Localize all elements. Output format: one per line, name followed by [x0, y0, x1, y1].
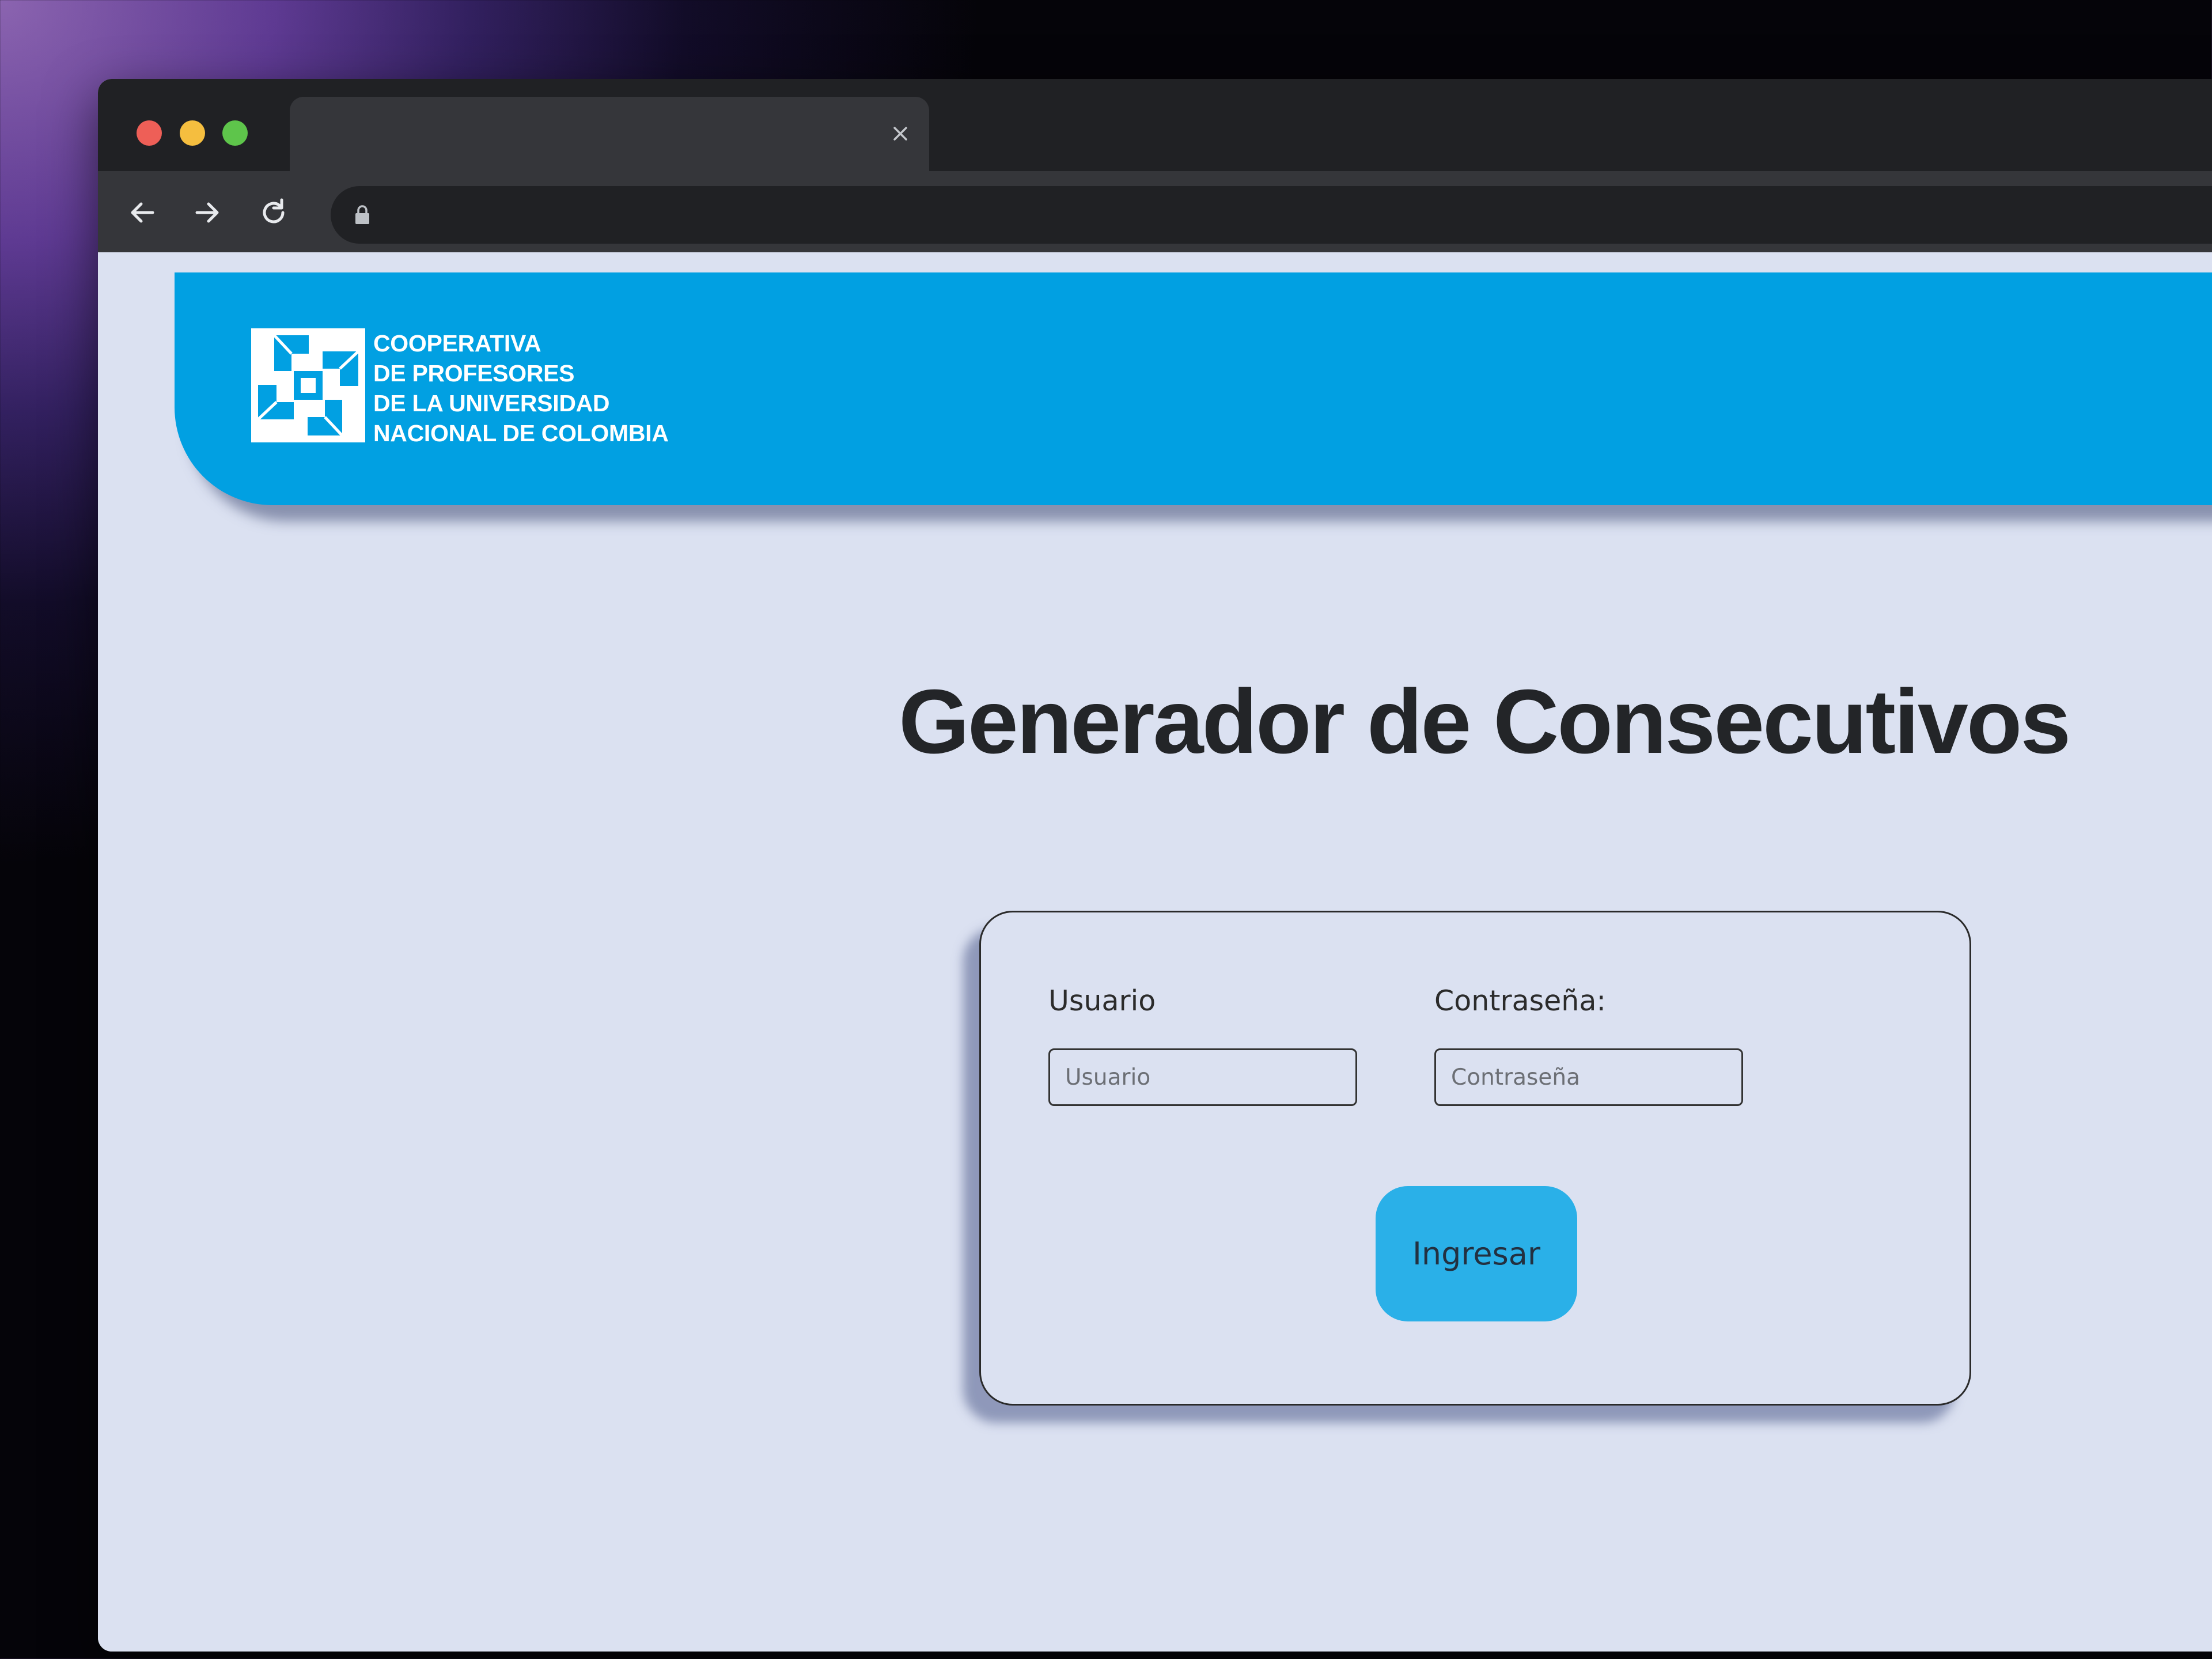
- arrow-right-icon[interactable]: [190, 195, 225, 230]
- address-bar[interactable]: [331, 186, 2212, 244]
- user-label: Usuario: [1048, 984, 1156, 1017]
- browser-tab[interactable]: [290, 97, 929, 172]
- maximize-window-button[interactable]: [222, 120, 248, 146]
- close-window-button[interactable]: [137, 120, 162, 146]
- logo-line: DE PROFESORES: [373, 360, 575, 387]
- title-bar: [98, 79, 2212, 172]
- password-label: Contraseña:: [1434, 984, 1606, 1017]
- cooperative-logo[interactable]: COOPERATIVA DE PROFESORES DE LA UNIVERSI…: [251, 328, 758, 449]
- cooperative-emblem-icon: [251, 328, 365, 442]
- page-content: COOPERATIVA DE PROFESORES DE LA UNIVERSI…: [98, 252, 2212, 1652]
- page-title: Generador de Consecutivos: [899, 671, 2071, 772]
- browser-toolbar: [98, 171, 2212, 252]
- header-banner: COOPERATIVA DE PROFESORES DE LA UNIVERSI…: [175, 272, 2212, 505]
- logo-line: COOPERATIVA: [373, 330, 541, 357]
- password-input[interactable]: [1434, 1048, 1743, 1106]
- reload-icon[interactable]: [256, 195, 291, 230]
- logo-line: DE LA UNIVERSIDAD: [373, 390, 610, 416]
- arrow-left-icon[interactable]: [125, 195, 160, 230]
- minimize-window-button[interactable]: [180, 120, 205, 146]
- user-input[interactable]: [1048, 1048, 1357, 1106]
- login-button[interactable]: Ingresar: [1376, 1186, 1577, 1321]
- logo-text: COOPERATIVA DE PROFESORES DE LA UNIVERSI…: [373, 328, 669, 448]
- login-card: Usuario Contraseña: Ingresar: [979, 911, 1971, 1406]
- close-icon[interactable]: [889, 122, 912, 145]
- browser-window: COOPERATIVA DE PROFESORES DE LA UNIVERSI…: [98, 79, 2212, 1652]
- lock-icon: [354, 204, 371, 225]
- logo-line: NACIONAL DE COLOMBIA: [373, 420, 669, 446]
